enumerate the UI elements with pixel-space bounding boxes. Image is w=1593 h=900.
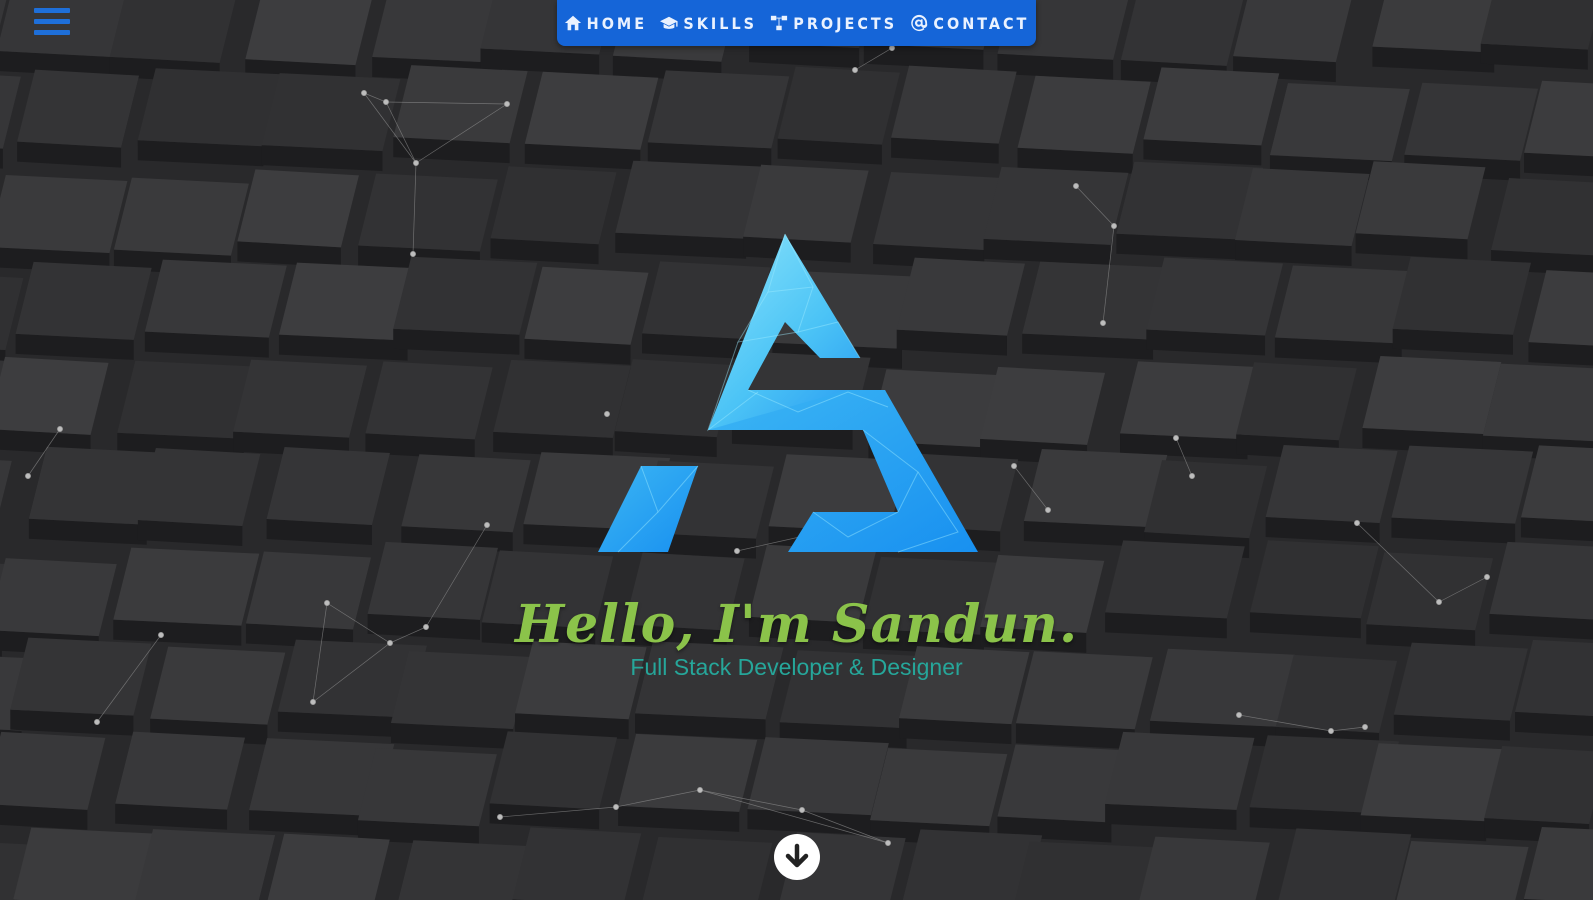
nav-skills[interactable]: SKILLS bbox=[660, 14, 757, 33]
home-icon bbox=[564, 15, 581, 31]
graduation-cap-icon bbox=[660, 16, 678, 29]
hero-role: Full Stack Developer & Designer bbox=[630, 654, 963, 680]
top-navigation: HOME SKILLS PROJECTS CONTACT bbox=[557, 0, 1036, 46]
triangle-s-logo bbox=[598, 233, 978, 553]
at-icon bbox=[911, 14, 928, 32]
nav-contact-label: CONTACT bbox=[933, 13, 1030, 33]
arrow-down-circle-icon[interactable] bbox=[774, 834, 820, 880]
nav-home-label: HOME bbox=[586, 13, 648, 33]
nav-skills-label: SKILLS bbox=[683, 13, 757, 33]
nav-projects-label: PROJECTS bbox=[793, 13, 898, 33]
nav-home[interactable]: HOME bbox=[564, 14, 647, 33]
nav-contact[interactable]: CONTACT bbox=[910, 14, 1029, 33]
hamburger-menu-icon[interactable] bbox=[34, 8, 70, 38]
hero-greeting: Hello, I'm Sandun. bbox=[514, 594, 1079, 655]
sitemap-icon bbox=[771, 15, 788, 31]
nav-projects[interactable]: PROJECTS bbox=[770, 14, 897, 33]
